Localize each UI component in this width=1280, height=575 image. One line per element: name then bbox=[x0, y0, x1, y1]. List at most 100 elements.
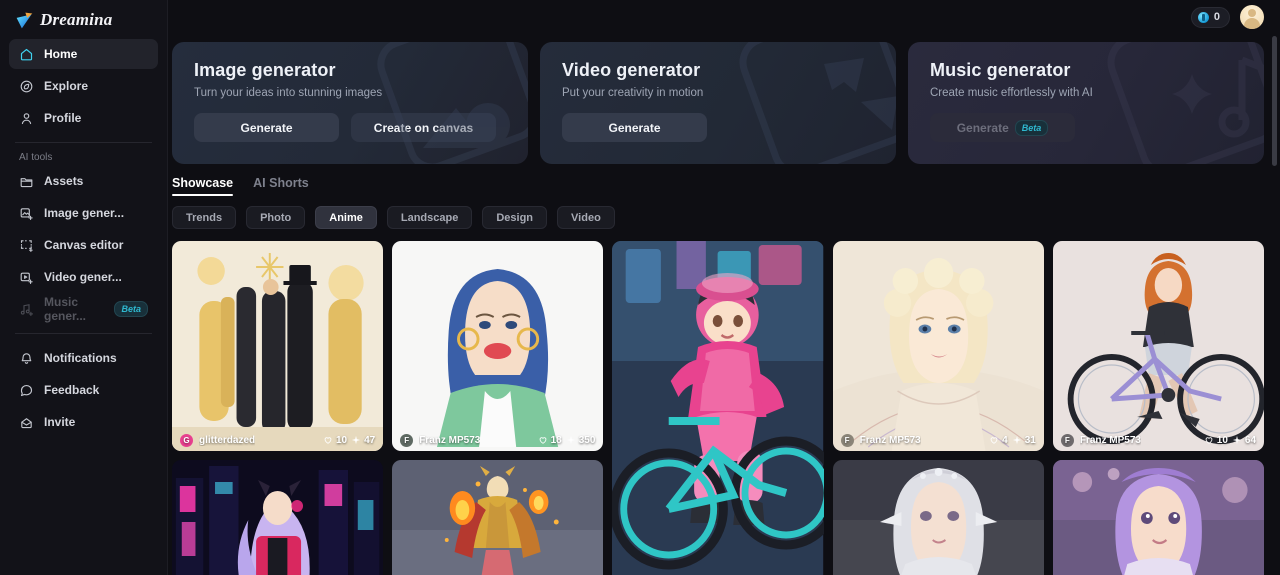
cyberpunk-catgirl-neon-art bbox=[172, 460, 384, 575]
gallery-card[interactable] bbox=[172, 460, 384, 575]
gallery-card[interactable]: F Franz MP573 10 64 bbox=[1052, 241, 1265, 451]
sidebar-divider-top bbox=[15, 142, 152, 143]
sidebar-item-video-generator[interactable]: Video gener... bbox=[9, 262, 158, 292]
sidebar-item-canvas-editor[interactable]: Canvas editor bbox=[9, 230, 158, 260]
spark-stat[interactable]: 64 bbox=[1232, 435, 1256, 446]
gallery-column: F Franz MP573 18 350 bbox=[392, 241, 604, 575]
compass-icon bbox=[20, 80, 33, 92]
promo-card-music-generator[interactable]: Music generator Create music effortlessl… bbox=[908, 42, 1264, 164]
promo-card-video-generator[interactable]: Video generator Put your creativity in m… bbox=[540, 42, 896, 164]
card-meta: F Franz MP573 4 31 bbox=[833, 429, 1044, 451]
redhead-bicycle-illustration-art bbox=[1052, 241, 1265, 451]
gallery-card[interactable] bbox=[392, 460, 604, 575]
sparkle-icon bbox=[566, 435, 575, 445]
like-stat[interactable]: 10 bbox=[1204, 435, 1228, 446]
gallery-card[interactable] bbox=[612, 241, 824, 575]
music-generate-button[interactable]: Generate Beta bbox=[930, 113, 1075, 142]
sparkle-icon bbox=[1232, 435, 1242, 445]
sidebar-item-label: Invite bbox=[44, 415, 76, 429]
user-icon bbox=[21, 112, 32, 124]
gallery-column bbox=[612, 241, 824, 575]
spark-count: 64 bbox=[1244, 434, 1257, 446]
purple-hair-anime-girl-art bbox=[1052, 460, 1265, 575]
beta-badge: Beta bbox=[1014, 119, 1049, 136]
sidebar-item-label: Video gener... bbox=[44, 270, 122, 284]
credits-badge[interactable]: 0 bbox=[1190, 6, 1230, 28]
create-on-canvas-button[interactable]: Create on canvas bbox=[351, 113, 496, 142]
sidebar-group-label: AI tools bbox=[19, 152, 53, 163]
heart-icon bbox=[539, 437, 546, 444]
invite-icon bbox=[21, 417, 32, 428]
video-generate-button[interactable]: Generate bbox=[562, 113, 707, 142]
brand-logo[interactable]: Dreamina bbox=[9, 3, 158, 37]
blonde-vintage-portrait-art bbox=[832, 241, 1044, 451]
gallery-card[interactable]: G glitterdazed 10 47 bbox=[172, 241, 384, 451]
sidebar-item-label: Profile bbox=[44, 111, 82, 125]
like-stat[interactable]: 10 bbox=[323, 435, 347, 446]
author-avatar: F bbox=[840, 433, 854, 447]
card-meta: F Franz MP573 10 64 bbox=[1053, 429, 1264, 451]
chip-design[interactable]: Design bbox=[482, 206, 548, 229]
author-name: glitterdazed bbox=[199, 434, 256, 446]
sidebar-item-label: Explore bbox=[44, 79, 89, 93]
promo-subtitle: Put your creativity in motion bbox=[562, 87, 704, 99]
chip-photo[interactable]: Photo bbox=[246, 206, 306, 229]
gallery-card[interactable] bbox=[1052, 460, 1265, 575]
content-tabs: Showcase AI Shorts bbox=[168, 164, 1280, 196]
showcase-gallery: G glitterdazed 10 47 F Franz MP573 18 35… bbox=[168, 229, 1280, 575]
sidebar-item-feedback[interactable]: Feedback bbox=[9, 375, 158, 405]
video-plus-icon bbox=[20, 272, 33, 284]
sidebar-item-explore[interactable]: Explore bbox=[9, 71, 158, 101]
folder-icon bbox=[20, 177, 33, 187]
chip-video[interactable]: Video bbox=[557, 206, 615, 229]
gatsby-party-gold-art bbox=[172, 241, 384, 451]
like-stat[interactable]: 18 bbox=[538, 435, 562, 446]
gallery-card[interactable]: F Franz MP573 18 350 bbox=[392, 241, 604, 451]
promo-buttons: Generate Create on canvas bbox=[194, 113, 506, 142]
silver-elf-princess-art bbox=[832, 460, 1044, 575]
like-stat[interactable]: 4 bbox=[989, 435, 1008, 446]
promo-card-image-generator[interactable]: Image generator Turn your ideas into stu… bbox=[172, 42, 528, 164]
gallery-card[interactable] bbox=[832, 460, 1044, 575]
chip-trends[interactable]: Trends bbox=[172, 206, 237, 229]
card-meta: G glitterdazed 10 47 bbox=[172, 429, 383, 451]
sidebar-item-notifications[interactable]: Notifications bbox=[9, 343, 158, 373]
sidebar-item-label: Assets bbox=[44, 174, 84, 188]
spark-stat[interactable]: 47 bbox=[351, 435, 375, 446]
tab-ai-shorts[interactable]: AI Shorts bbox=[253, 176, 309, 196]
sidebar-item-profile[interactable]: Profile bbox=[9, 103, 158, 133]
chip-landscape[interactable]: Landscape bbox=[386, 206, 473, 229]
like-count: 10 bbox=[335, 434, 348, 446]
gallery-column: F Franz MP573 4 31 bbox=[832, 241, 1044, 575]
avatar[interactable] bbox=[1240, 5, 1264, 29]
chat-icon bbox=[20, 384, 33, 396]
spark-stat[interactable]: 350 bbox=[566, 434, 596, 446]
vertical-scrollbar[interactable] bbox=[1272, 36, 1277, 166]
image-generate-button[interactable]: Generate bbox=[194, 113, 339, 142]
music-plus-icon bbox=[20, 303, 34, 316]
chip-anime[interactable]: Anime bbox=[315, 206, 377, 229]
author-avatar: F bbox=[1060, 433, 1074, 447]
gallery-card[interactable]: F Franz MP573 4 31 bbox=[832, 241, 1044, 451]
promo-card-row: Image generator Turn your ideas into stu… bbox=[168, 34, 1280, 164]
filter-chips: Trends Photo Anime Landscape Design Vide… bbox=[168, 196, 1280, 229]
card-stats: 4 31 bbox=[989, 435, 1036, 446]
promo-title: Music generator bbox=[930, 60, 1071, 80]
tab-showcase[interactable]: Showcase bbox=[172, 176, 234, 196]
bell-icon bbox=[21, 352, 32, 364]
pink-cyclist-anime-art bbox=[612, 241, 824, 575]
heart-icon bbox=[990, 437, 998, 444]
sparkle-icon bbox=[1012, 435, 1021, 445]
heart-icon bbox=[1205, 437, 1213, 444]
sidebar-item-music-generator[interactable]: Music gener... Beta bbox=[9, 294, 158, 324]
top-bar: 0 bbox=[168, 0, 1280, 34]
sidebar-item-invite[interactable]: Invite bbox=[9, 407, 158, 437]
like-count: 4 bbox=[1002, 434, 1008, 446]
author-name: Franz MP573 bbox=[419, 434, 481, 446]
spark-stat[interactable]: 31 bbox=[1012, 435, 1036, 446]
heart-icon bbox=[324, 437, 332, 444]
sidebar-item-image-generator[interactable]: Image gener... bbox=[9, 198, 158, 228]
sidebar-item-assets[interactable]: Assets bbox=[9, 166, 158, 196]
spark-count: 350 bbox=[578, 434, 596, 446]
sidebar-item-home[interactable]: Home bbox=[9, 39, 158, 69]
